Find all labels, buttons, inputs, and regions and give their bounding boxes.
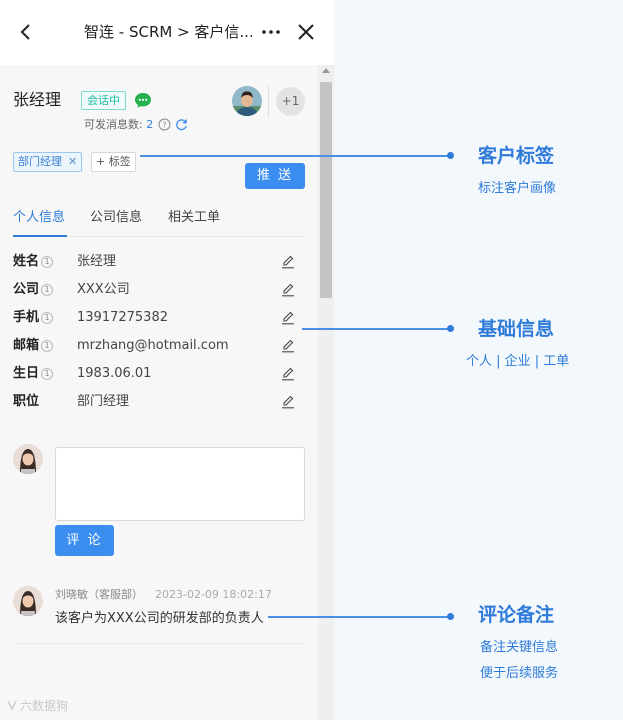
edit-icon[interactable]: [281, 367, 295, 381]
message-count: 可发消息数: 2: [84, 117, 153, 133]
more-icon[interactable]: [260, 20, 282, 44]
avatar-divider: [268, 85, 269, 117]
annotation-line-comments: [268, 616, 451, 618]
annotation-dot-basic: [447, 325, 454, 332]
field-value: 部门经理: [77, 394, 130, 409]
field-label: 邮箱: [13, 338, 40, 353]
field-info-badge: 1: [41, 340, 53, 352]
woman-avatar-icon: [13, 444, 43, 474]
scroll-up-arrow-icon[interactable]: [322, 68, 330, 73]
tab-related-tickets[interactable]: 相关工单: [168, 207, 220, 229]
comment-divider: [13, 643, 305, 644]
field-row-position: 职位 部门经理: [13, 392, 305, 412]
field-row-company: 公司 1 XXX公司: [13, 280, 305, 300]
tag-label: 部门经理: [18, 155, 62, 168]
annotation-sub-basic: 个人 | 企业 | 工单: [466, 354, 570, 369]
woman-avatar-icon: [13, 586, 43, 616]
edit-icon[interactable]: [281, 395, 295, 409]
watermark-text: 六数据狗: [20, 699, 69, 713]
page-title: 智连 - SCRM > 客户信...: [84, 23, 252, 41]
annotation-dot-comments: [447, 613, 454, 620]
add-tag-button[interactable]: + 标签: [91, 152, 136, 172]
message-count-value: 2: [146, 118, 154, 131]
field-info-badge: 1: [41, 284, 53, 296]
watermark: 六数据狗: [6, 697, 68, 715]
tab-company-info[interactable]: 公司信息: [90, 207, 142, 229]
remove-tag-icon[interactable]: ✕: [68, 155, 77, 168]
help-icon[interactable]: ?: [158, 118, 171, 131]
field-value: 张经理: [77, 254, 117, 269]
comment-input[interactable]: [55, 447, 305, 521]
field-label: 职位: [13, 394, 40, 409]
phone-panel: 智连 - SCRM > 客户信... 张经理 会话中 可发消息数: 2 ? +1…: [0, 0, 334, 720]
close-icon[interactable]: [296, 21, 316, 43]
field-label: 手机: [13, 310, 40, 325]
comment-time: 2023-02-09 18:02:17: [155, 588, 272, 601]
edit-icon[interactable]: [281, 283, 295, 297]
push-button[interactable]: 推 送: [245, 163, 305, 189]
field-value: XXX公司: [77, 282, 130, 297]
current-user-avatar: [13, 444, 43, 474]
customer-avatar[interactable]: [232, 86, 262, 116]
field-info-badge: 1: [41, 368, 53, 380]
active-tab-indicator: [13, 235, 67, 237]
field-row-name: 姓名 1 张经理: [13, 252, 305, 272]
field-row-birthday: 生日 1 1983.06.01: [13, 364, 305, 384]
comment-author: 刘晓敏（客服部）: [55, 588, 143, 601]
field-info-badge: 1: [41, 312, 53, 324]
watermark-logo-icon: [7, 700, 17, 711]
annotation-sub-tags: 标注客户画像: [478, 181, 557, 196]
status-badge: 会话中: [81, 91, 126, 110]
message-count-label: 可发消息数:: [84, 118, 143, 131]
scrollbar-thumb[interactable]: [320, 82, 332, 298]
field-value: 1983.06.01: [77, 366, 152, 381]
annotation-line-basic: [302, 328, 451, 330]
annotation-sub-comments-2: 便于后续服务: [480, 666, 559, 681]
annotation-title-tags: 客户标签: [478, 145, 555, 167]
edit-icon[interactable]: [281, 339, 295, 353]
annotation-line-tags: [140, 155, 451, 157]
detail-tabs: 个人信息 公司信息 相关工单: [13, 207, 305, 237]
back-arrow-icon[interactable]: [16, 20, 36, 44]
edit-icon[interactable]: [281, 311, 295, 325]
annotation-title-comments: 评论备注: [478, 604, 555, 626]
field-row-phone: 手机 1 13917275382: [13, 308, 305, 328]
field-label: 公司: [13, 282, 40, 297]
field-label: 生日: [13, 366, 40, 381]
commenter-avatar: [13, 586, 43, 616]
field-value: mrzhang@hotmail.com: [77, 338, 229, 353]
more-members-button[interactable]: +1: [276, 87, 305, 116]
annotation-title-basic: 基础信息: [478, 318, 555, 340]
refresh-icon[interactable]: [175, 118, 188, 131]
svg-text:?: ?: [162, 120, 166, 129]
man-avatar-icon: [232, 86, 262, 116]
nav-bar: 智连 - SCRM > 客户信...: [0, 0, 334, 65]
wechat-chat-icon[interactable]: [134, 92, 152, 109]
tag-chip[interactable]: 部门经理 ✕: [13, 152, 83, 172]
field-value: 13917275382: [77, 310, 168, 325]
tab-personal-info[interactable]: 个人信息: [13, 207, 65, 229]
customer-detail: 张经理 会话中 可发消息数: 2 ? +1 部门经理 ✕ + 标签 推 送 个人…: [0, 65, 318, 720]
customer-name: 张经理: [13, 90, 62, 109]
comment-text: 该客户为XXX公司的研发部的负责人: [55, 611, 264, 626]
edit-icon[interactable]: [281, 255, 295, 269]
field-info-badge: 1: [41, 256, 53, 268]
annotation-sub-comments-1: 备注关键信息: [480, 640, 559, 655]
comment-submit-button[interactable]: 评 论: [55, 525, 114, 556]
field-row-email: 邮箱 1 mrzhang@hotmail.com: [13, 336, 305, 356]
field-label: 姓名: [13, 254, 40, 269]
annotation-dot-tags: [447, 152, 454, 159]
